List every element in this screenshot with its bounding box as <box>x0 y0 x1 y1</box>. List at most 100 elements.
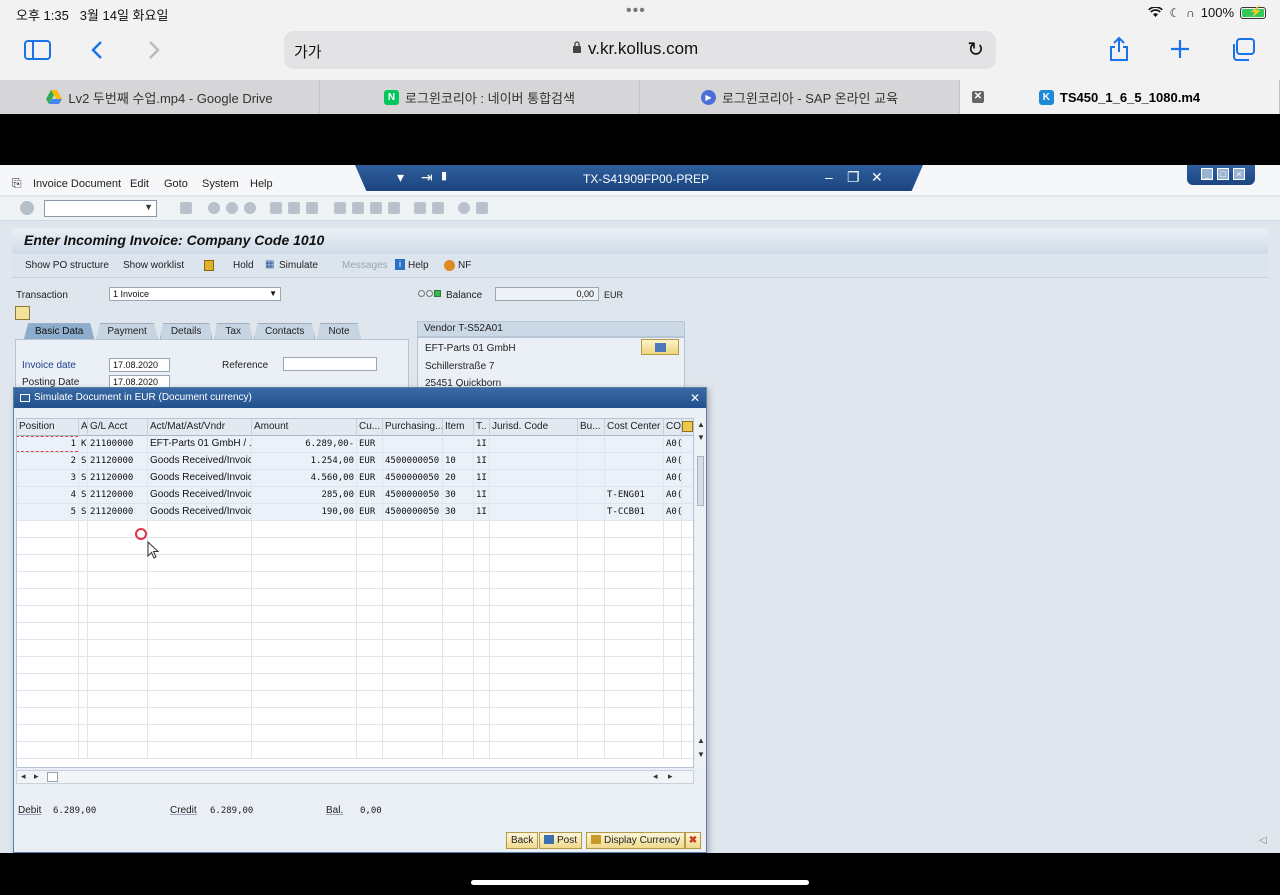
empty-row[interactable] <box>17 725 693 742</box>
share-icon[interactable] <box>1108 36 1130 62</box>
menu-goto[interactable]: Goto <box>164 178 188 190</box>
column-header[interactable]: Amount <box>252 419 357 436</box>
minimize-icon[interactable]: _ <box>1201 168 1213 180</box>
address-bar[interactable]: 가가 v.kr.kollus.com ↻ <box>284 31 996 69</box>
tab-google-drive[interactable]: Lv2 두번째 수업.mp4 - Google Drive <box>0 80 320 114</box>
vertical-scrollbar[interactable]: ▲ ▼ ▲ ▼ <box>695 418 706 768</box>
invoice-date-field[interactable]: 17.08.2020 <box>109 358 170 372</box>
scroll-left-icon[interactable]: ◂ <box>653 771 658 782</box>
empty-row[interactable] <box>17 640 693 657</box>
empty-row[interactable] <box>17 691 693 708</box>
back-button[interactable]: Back <box>506 832 539 849</box>
empty-row[interactable] <box>17 657 693 674</box>
show-worklist-button[interactable]: Show worklist <box>123 260 184 271</box>
empty-row[interactable] <box>17 623 693 640</box>
column-header[interactable]: Position <box>17 419 79 436</box>
tab-kollus-video[interactable]: ✕ K TS450_1_6_5_1080.m4 <box>960 80 1280 114</box>
back-icon[interactable] <box>91 40 103 60</box>
empty-row[interactable] <box>17 538 693 555</box>
cancel-icon[interactable] <box>244 202 256 214</box>
restore-icon[interactable]: ❐ <box>847 169 860 186</box>
scroll-thumb[interactable] <box>47 772 58 782</box>
reload-icon[interactable]: ↻ <box>967 37 984 62</box>
scroll-right-icon[interactable]: ▸ <box>668 771 673 782</box>
empty-row[interactable] <box>17 555 693 572</box>
table-row[interactable]: 5 S 21120000 Goods Received/Invoic.. 190,00 E… <box>17 504 693 521</box>
nf-button[interactable]: NF <box>458 260 471 271</box>
reader-settings-button[interactable]: 가가 <box>294 41 322 62</box>
column-header[interactable]: A <box>79 419 88 436</box>
empty-row[interactable] <box>17 674 693 691</box>
close-icon[interactable]: ✕ <box>690 388 700 408</box>
column-header[interactable]: Jurisd. Code <box>490 419 578 436</box>
column-header[interactable]: Bu... <box>578 419 605 436</box>
post-button[interactable]: Post <box>539 832 583 849</box>
first-page-icon[interactable] <box>334 202 346 214</box>
column-header[interactable]: Item <box>443 419 474 436</box>
tab-basic-data[interactable]: Basic Data <box>24 323 95 339</box>
sidebar-icon[interactable] <box>24 40 51 60</box>
horizontal-scrollbar[interactable]: ◂ ▸ ◂ ▸ <box>16 770 694 784</box>
help-icon[interactable] <box>458 202 470 214</box>
menu-help[interactable]: Help <box>250 178 273 190</box>
tab-contacts[interactable]: Contacts <box>253 323 316 339</box>
show-po-structure-button[interactable]: Show PO structure <box>25 260 109 271</box>
tab-payment[interactable]: Payment <box>96 323 158 339</box>
transaction-select[interactable]: 1 Invoice ▼ <box>109 287 281 301</box>
empty-row[interactable] <box>17 606 693 623</box>
display-currency-button[interactable]: Display Currency <box>586 832 686 849</box>
table-row[interactable]: 4 S 21120000 Goods Received/Invoic.. 285,00 E… <box>17 487 693 504</box>
help-button[interactable]: Help <box>408 260 429 271</box>
empty-row[interactable] <box>17 742 693 759</box>
menu-edit[interactable]: Edit <box>130 178 149 190</box>
close-tab-icon[interactable]: ✕ <box>972 91 984 103</box>
new-tab-icon[interactable] <box>1170 39 1190 59</box>
save-icon[interactable] <box>180 202 192 214</box>
empty-row[interactable] <box>17 521 693 538</box>
chevron-down-icon[interactable]: ▼ <box>144 202 153 212</box>
enter-icon[interactable] <box>20 201 34 215</box>
new-session-icon[interactable] <box>414 202 426 214</box>
chevron-down-icon[interactable]: ▼ <box>269 288 277 300</box>
column-header[interactable]: CO <box>664 419 682 436</box>
scroll-thumb[interactable] <box>697 456 704 506</box>
scroll-down-icon[interactable]: ▼ <box>697 750 705 759</box>
column-header[interactable]: G/L Acct <box>88 419 148 436</box>
column-header[interactable]: Cu... <box>357 419 383 436</box>
tab-naver[interactable]: N 로그윈코리아 : 네이버 통합검색 <box>320 80 640 114</box>
menu-icon[interactable]: ⎘ <box>12 176 22 191</box>
dropdown-icon[interactable]: ▾ <box>397 169 404 186</box>
shortcut-icon[interactable] <box>432 202 444 214</box>
hold-button[interactable]: Hold <box>233 260 254 271</box>
empty-row[interactable] <box>17 589 693 606</box>
scroll-down-icon[interactable]: ▼ <box>697 433 705 442</box>
maximize-icon[interactable]: □ <box>1217 168 1229 180</box>
layout-menu-icon[interactable] <box>476 202 488 214</box>
minimize-icon[interactable]: ‒ <box>825 169 833 185</box>
table-row[interactable]: 3 S 21120000 Goods Received/Invoic.. 4.560,0… <box>17 470 693 487</box>
calculator-icon[interactable] <box>15 306 30 320</box>
command-field[interactable]: ▼ <box>44 200 157 217</box>
find-icon[interactable] <box>288 202 300 214</box>
reference-field[interactable] <box>283 357 377 371</box>
column-header[interactable]: Cost Center <box>605 419 664 436</box>
print-icon[interactable] <box>270 202 282 214</box>
empty-row[interactable] <box>17 572 693 589</box>
back-icon[interactable] <box>208 202 220 214</box>
column-settings-icon[interactable] <box>682 421 693 432</box>
simulate-button[interactable]: Simulate <box>279 260 318 271</box>
vendor-detail-button[interactable] <box>641 339 679 355</box>
tab-sap-course[interactable]: ▶ 로그윈코리아 - SAP 온라인 교육 <box>640 80 960 114</box>
next-page-icon[interactable] <box>370 202 382 214</box>
previous-page-icon[interactable] <box>352 202 364 214</box>
home-indicator[interactable] <box>471 880 809 885</box>
close-icon[interactable]: ✕ <box>871 169 883 186</box>
close-icon[interactable]: × <box>1233 168 1245 180</box>
last-page-icon[interactable] <box>388 202 400 214</box>
column-header[interactable]: T.. <box>474 419 490 436</box>
column-header[interactable]: Act/Mat/Ast/Vndr <box>148 419 252 436</box>
find-next-icon[interactable] <box>306 202 318 214</box>
forward-icon[interactable] <box>148 40 160 60</box>
column-header[interactable]: Purchasing... <box>383 419 443 436</box>
scroll-right-icon[interactable]: ▸ <box>34 771 39 782</box>
